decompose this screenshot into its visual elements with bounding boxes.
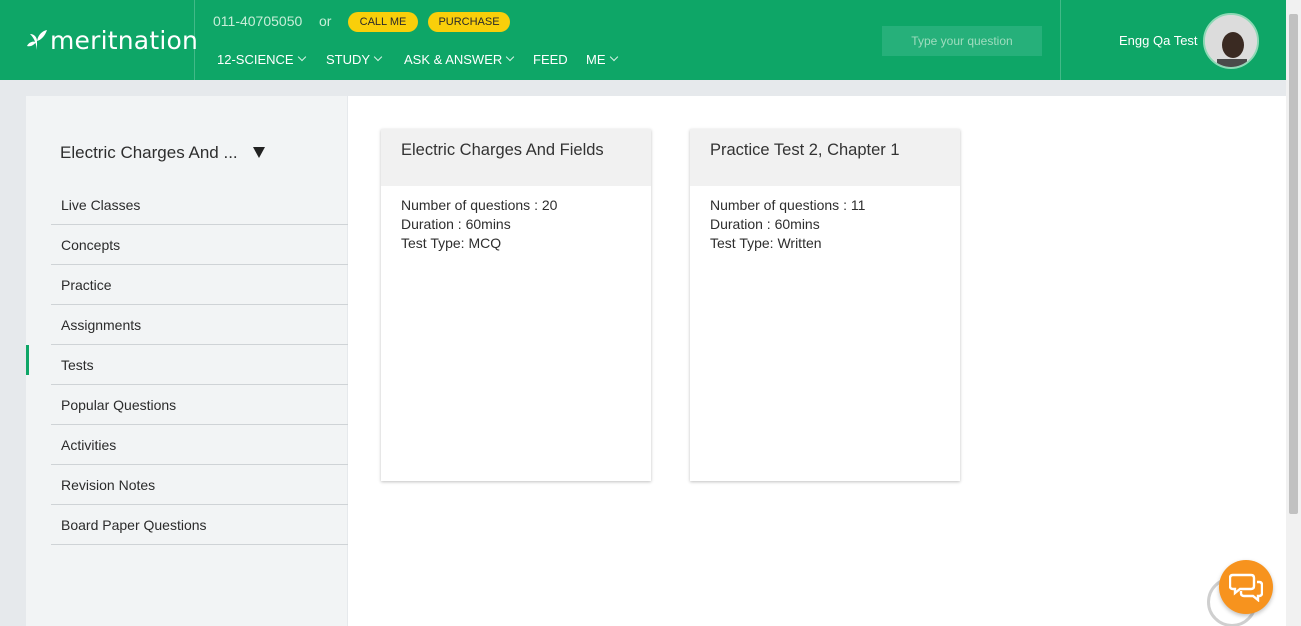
nav-label: FEED [533, 51, 568, 67]
nav-me[interactable]: ME [586, 51, 618, 67]
sidebar: Electric Charges And ... Live Classes Co… [26, 96, 348, 626]
top-header: meritnation 011-40705050 or CALL ME PURC… [0, 0, 1286, 80]
chat-button[interactable] [1219, 560, 1273, 614]
user-photo-icon [1205, 15, 1257, 67]
nav-ask-answer[interactable]: ASK & ANSWER [404, 51, 515, 67]
nav-label: STUDY [326, 51, 371, 67]
test-card[interactable]: Practice Test 2, Chapter 1 Number of que… [690, 129, 960, 481]
sidebar-item-live-classes[interactable]: Live Classes [51, 185, 348, 225]
logo[interactable]: meritnation [26, 22, 198, 58]
test-type: Test Type: Written [710, 235, 822, 251]
sidebar-item-assignments[interactable]: Assignments [51, 305, 348, 345]
test-card-title: Practice Test 2, Chapter 1 [690, 129, 960, 186]
phone-number: 011-40705050 [213, 13, 303, 29]
nav-12-science[interactable]: 12-SCIENCE [217, 51, 306, 67]
dropdown-triangle-icon[interactable] [253, 147, 265, 158]
chapter-select[interactable]: Electric Charges And ... [60, 142, 280, 164]
sidebar-item-activities[interactable]: Activities [51, 425, 348, 465]
avatar[interactable] [1203, 13, 1259, 69]
chevron-down-icon [609, 52, 618, 62]
duration: Duration : 60mins [401, 216, 511, 232]
test-type: Test Type: MCQ [401, 235, 502, 251]
nav-feed[interactable]: FEED [533, 51, 568, 67]
question-count: Number of questions : 11 [710, 197, 866, 213]
duration: Duration : 60mins [710, 216, 820, 232]
sidebar-item-popular-questions[interactable]: Popular Questions [51, 385, 348, 425]
purchase-button[interactable]: PURCHASE [428, 12, 510, 32]
or-text: or [319, 13, 332, 29]
header-divider [1060, 0, 1061, 80]
nav-study[interactable]: STUDY [326, 51, 383, 67]
nav-label: 12-SCIENCE [217, 51, 294, 67]
header-divider [194, 0, 195, 80]
test-card-body: Number of questions : 20 Duration : 60mi… [381, 186, 651, 263]
page-scrollbar[interactable] [1286, 0, 1301, 626]
chevron-down-icon [373, 52, 383, 62]
call-me-button[interactable]: CALL ME [348, 12, 418, 32]
chevron-down-icon [506, 52, 515, 62]
sidebar-item-practice[interactable]: Practice [51, 265, 348, 305]
nav-label: ASK & ANSWER [404, 51, 503, 67]
username[interactable]: Engg Qa Test [1119, 33, 1198, 48]
chat-bubbles-icon [1229, 573, 1263, 602]
logo-text: meritnation [50, 25, 199, 55]
test-card-body: Number of questions : 11 Duration : 60mi… [690, 186, 960, 263]
question-search-input[interactable]: Type your question [882, 26, 1042, 56]
test-card-title: Electric Charges And Fields [381, 129, 651, 186]
question-count: Number of questions : 20 [401, 197, 558, 213]
sidebar-item-revision-notes[interactable]: Revision Notes [51, 465, 348, 505]
chevron-down-icon [297, 52, 306, 62]
nav-label: ME [586, 51, 606, 67]
main-content: Electric Charges And Fields Number of qu… [348, 96, 1286, 626]
sidebar-menu: Live Classes Concepts Practice Assignmen… [26, 185, 348, 545]
butterfly-logo-icon [27, 30, 47, 50]
scrollbar-thumb[interactable] [1289, 14, 1298, 514]
sidebar-item-board-paper-questions[interactable]: Board Paper Questions [51, 505, 348, 545]
sidebar-item-concepts[interactable]: Concepts [51, 225, 348, 265]
test-card[interactable]: Electric Charges And Fields Number of qu… [381, 129, 651, 481]
sidebar-item-tests[interactable]: Tests [26, 345, 348, 385]
